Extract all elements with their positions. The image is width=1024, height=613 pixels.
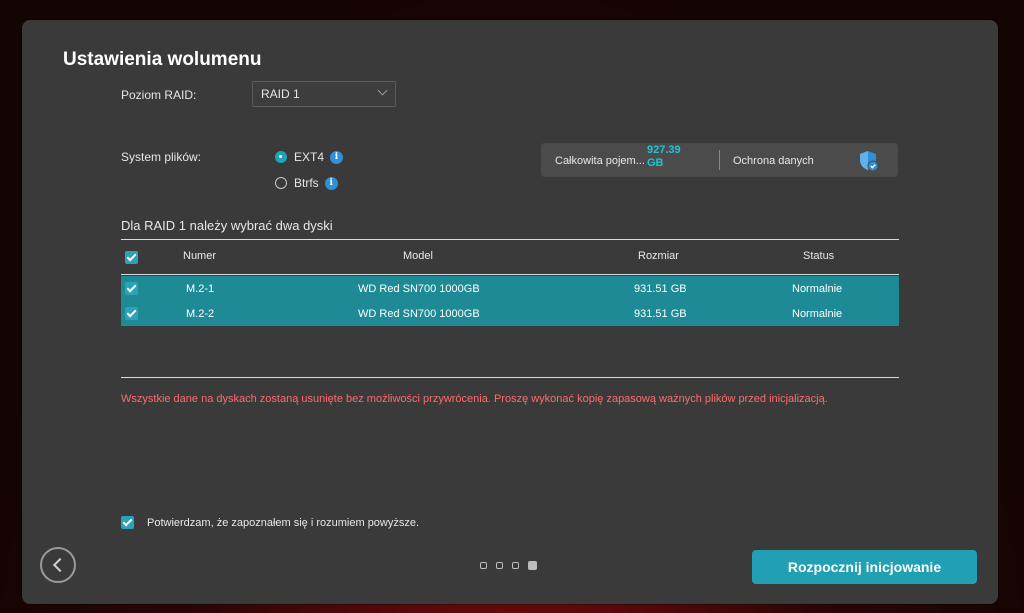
filesystem-option-btrfs[interactable]: Btrfs i xyxy=(275,176,338,190)
row-checkbox[interactable] xyxy=(125,282,138,295)
column-header-size: Rozmiar xyxy=(638,250,679,262)
table-bottom-divider xyxy=(121,377,899,378)
step-dot-active xyxy=(528,561,537,570)
raid-level-value: RAID 1 xyxy=(261,87,300,101)
info-icon[interactable]: i xyxy=(330,150,344,164)
disk-number: M.2-2 xyxy=(186,308,215,320)
step-indicator xyxy=(480,561,537,570)
confirm-checkbox[interactable] xyxy=(121,516,134,529)
select-all-checkbox[interactable] xyxy=(125,251,138,264)
filesystem-option-ext4[interactable]: EXT4 i xyxy=(275,150,344,164)
filesystem-label: System plików: xyxy=(121,150,202,164)
step-dot xyxy=(496,562,503,569)
back-button[interactable] xyxy=(40,547,76,583)
start-initialization-button[interactable]: Rozpocznij inicjowanie xyxy=(752,550,977,584)
table-top-divider xyxy=(121,239,899,240)
page-title: Ustawienia wolumenu xyxy=(63,49,262,70)
disk-model: WD Red SN700 1000GB xyxy=(358,283,480,295)
chevron-down-icon xyxy=(377,85,388,96)
filesystem-option-label: EXT4 xyxy=(294,150,325,164)
radio-button[interactable] xyxy=(275,177,287,189)
disk-model: WD Red SN700 1000GB xyxy=(358,308,480,320)
disk-size: 931.51 GB xyxy=(634,283,687,295)
info-icon[interactable]: i xyxy=(324,176,338,190)
table-row[interactable]: M.2-1 WD Red SN700 1000GB 931.51 GB Norm… xyxy=(121,276,899,301)
filesystem-option-label: Btrfs xyxy=(294,176,319,190)
column-header-number: Numer xyxy=(183,250,217,262)
disk-selection-note: Dla RAID 1 należy wybrać dwa dyski xyxy=(121,218,333,233)
data-protection-label: Ochrona danych xyxy=(733,155,814,167)
table-row[interactable]: M.2-2 WD Red SN700 1000GB 931.51 GB Norm… xyxy=(121,301,899,326)
column-header-model: Model xyxy=(403,250,433,262)
raid-level-select[interactable]: RAID 1 xyxy=(252,81,396,107)
capacity-label: Całkowita pojem... xyxy=(555,155,645,167)
disk-size: 931.51 GB xyxy=(634,308,687,320)
disk-status: Normalnie xyxy=(792,283,843,295)
radio-button-selected[interactable] xyxy=(275,151,287,163)
disk-number: M.2-1 xyxy=(186,283,215,295)
capacity-value: 927.39 GB xyxy=(647,144,681,169)
data-loss-warning: Wszystkie dane na dyskach zostaną usunię… xyxy=(121,393,828,405)
column-header-status: Status xyxy=(803,250,835,262)
step-dot xyxy=(480,562,487,569)
step-dot xyxy=(512,562,519,569)
row-checkbox[interactable] xyxy=(125,307,138,320)
confirm-checkbox-row[interactable]: Potwierdzam, że zapoznałem się i rozumie… xyxy=(121,516,419,529)
divider xyxy=(719,150,720,170)
volume-settings-panel: Ustawienia wolumenu Poziom RAID: RAID 1 … xyxy=(22,20,998,604)
shield-check-icon xyxy=(860,151,879,172)
confirm-label: Potwierdzam, że zapoznałem się i rozumie… xyxy=(147,516,420,529)
capacity-summary: Całkowita pojem... 927.39 GB Ochrona dan… xyxy=(541,143,898,177)
raid-level-label: Poziom RAID: xyxy=(121,88,197,102)
table-header-divider xyxy=(121,274,899,275)
disk-status: Normalnie xyxy=(792,308,843,320)
